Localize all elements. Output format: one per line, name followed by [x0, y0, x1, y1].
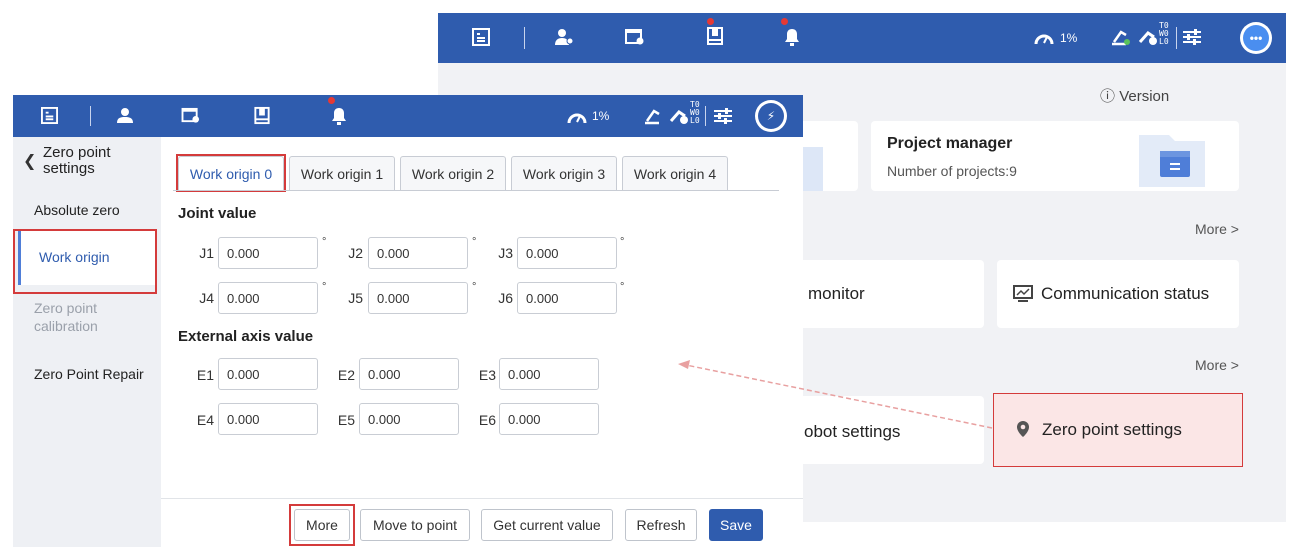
tab-work-origin-4[interactable]: Work origin 4	[622, 156, 728, 190]
e1-input[interactable]: 0.000	[218, 358, 318, 390]
move-to-point-button[interactable]: Move to point	[360, 509, 470, 541]
sidebar-item-zero-point-repair[interactable]: Zero Point Repair	[34, 365, 144, 383]
j5-label: J5	[348, 290, 363, 306]
book-icon[interactable]	[706, 26, 724, 50]
j3-unit: °	[620, 236, 625, 248]
e4-input[interactable]: 0.000	[218, 403, 318, 435]
lightning-icon: ⚡	[758, 103, 784, 129]
j2-unit: °	[472, 236, 477, 248]
e2-label: E2	[337, 367, 355, 383]
foreground-window: 1% T0 W0 L0 ⚡ ❮ Zero point settings Abso…	[13, 95, 803, 547]
user-settings-icon[interactable]	[554, 28, 574, 50]
divider	[1176, 27, 1177, 49]
j6-unit: °	[620, 281, 625, 293]
window-settings-icon[interactable]	[181, 107, 201, 128]
notification-dot	[328, 97, 335, 104]
j6-label: J6	[498, 290, 513, 306]
j6-input[interactable]: 0.000	[517, 282, 617, 314]
bell-icon[interactable]	[331, 106, 347, 130]
more-link-1[interactable]: More >	[1195, 221, 1239, 237]
status-menu-button[interactable]: ⚡	[755, 100, 787, 132]
sidebar-title: Zero point settings	[43, 144, 111, 177]
window-settings-icon[interactable]	[625, 28, 645, 50]
front-topbar: 1% T0 W0 L0 ⚡	[13, 95, 803, 137]
e1-label: E1	[196, 367, 214, 383]
j1-label: J1	[199, 245, 214, 261]
e5-input[interactable]: 0.000	[359, 403, 459, 435]
sidebar: ❮ Zero point settings Absolute zero Work…	[13, 137, 161, 547]
tab-work-origin-1[interactable]: Work origin 1	[289, 156, 395, 190]
get-current-value-button[interactable]: Get current value	[481, 509, 613, 541]
version-link[interactable]: ⓘ Version	[1100, 85, 1169, 106]
j4-input[interactable]: 0.000	[218, 282, 318, 314]
j2-input[interactable]: 0.000	[368, 237, 468, 269]
info-icon: ⓘ	[1100, 88, 1116, 105]
folder-icon	[1139, 135, 1205, 187]
speed-gauge-icon[interactable]	[567, 107, 587, 129]
refresh-button[interactable]: Refresh	[625, 509, 697, 541]
tab-work-origin-3[interactable]: Work origin 3	[511, 156, 617, 190]
j5-unit: °	[472, 281, 477, 293]
sidebar-item-zero-point-calibration[interactable]: Zero point calibration	[34, 299, 98, 335]
location-pin-icon	[1017, 421, 1029, 437]
bell-icon[interactable]	[784, 27, 800, 51]
menu-list-icon[interactable]	[41, 107, 58, 128]
user-icon[interactable]	[116, 107, 134, 128]
j5-input[interactable]: 0.000	[368, 282, 468, 314]
back-chevron-icon[interactable]: ❮	[23, 151, 36, 171]
footer-divider	[161, 498, 803, 499]
j2-label: J2	[348, 245, 363, 261]
sidebar-item-absolute-zero[interactable]: Absolute zero	[34, 201, 120, 219]
more-menu-button[interactable]: •••	[1240, 22, 1272, 54]
speed-gauge-icon[interactable]	[1034, 28, 1054, 50]
notification-dot	[781, 18, 788, 25]
menu-list-icon[interactable]	[472, 28, 490, 50]
ellipsis-icon: •••	[1243, 25, 1269, 51]
save-button[interactable]: Save	[709, 509, 763, 541]
e6-input[interactable]: 0.000	[499, 403, 599, 435]
j1-input[interactable]: 0.000	[218, 237, 318, 269]
communication-status-card[interactable]: Communication status	[997, 260, 1239, 328]
j4-unit: °	[322, 281, 327, 293]
e3-label: E3	[478, 367, 496, 383]
robot-arm-icon[interactable]	[1110, 28, 1132, 50]
robot-arm-icon[interactable]	[643, 107, 665, 129]
robot-status-icon[interactable]	[1138, 28, 1160, 50]
e5-label: E5	[337, 412, 355, 428]
divider	[705, 106, 706, 126]
sliders-icon[interactable]	[1182, 28, 1202, 50]
monitor-chart-icon	[1013, 285, 1033, 302]
tab-work-origin-2[interactable]: Work origin 2	[400, 156, 506, 190]
e3-input[interactable]: 0.000	[499, 358, 599, 390]
j4-label: J4	[199, 290, 214, 306]
more-link-2[interactable]: More >	[1195, 357, 1239, 373]
sliders-icon[interactable]	[713, 107, 733, 129]
highlight-box-tab-0	[176, 154, 286, 192]
joint-value-heading: Joint value	[178, 205, 257, 222]
divider	[524, 27, 525, 49]
j3-label: J3	[498, 245, 513, 261]
highlight-box-more	[289, 504, 355, 546]
project-manager-card[interactable]: Project manager Number of projects:9	[871, 121, 1239, 191]
notification-dot	[707, 18, 714, 25]
speed-value: 1%	[592, 109, 610, 123]
e6-label: E6	[478, 412, 496, 428]
j1-unit: °	[322, 236, 327, 248]
e2-input[interactable]: 0.000	[359, 358, 459, 390]
robot-status-icon[interactable]	[669, 107, 691, 129]
j3-input[interactable]: 0.000	[517, 237, 617, 269]
coordinate-indicator: T0 W0 L0	[690, 100, 700, 125]
book-icon[interactable]	[253, 106, 271, 129]
e4-label: E4	[196, 412, 214, 428]
speed-value: 1%	[1060, 31, 1078, 45]
zero-point-settings-card[interactable]: Zero point settings	[993, 393, 1243, 467]
divider	[90, 106, 91, 126]
coordinate-indicator: T0 W0 L0	[1159, 21, 1169, 46]
highlight-box-work-origin	[13, 229, 157, 294]
tabs-underline	[173, 190, 779, 191]
back-topbar: 1% T0 W0 L0 •••	[438, 13, 1286, 63]
external-axis-heading: External axis value	[178, 328, 314, 345]
